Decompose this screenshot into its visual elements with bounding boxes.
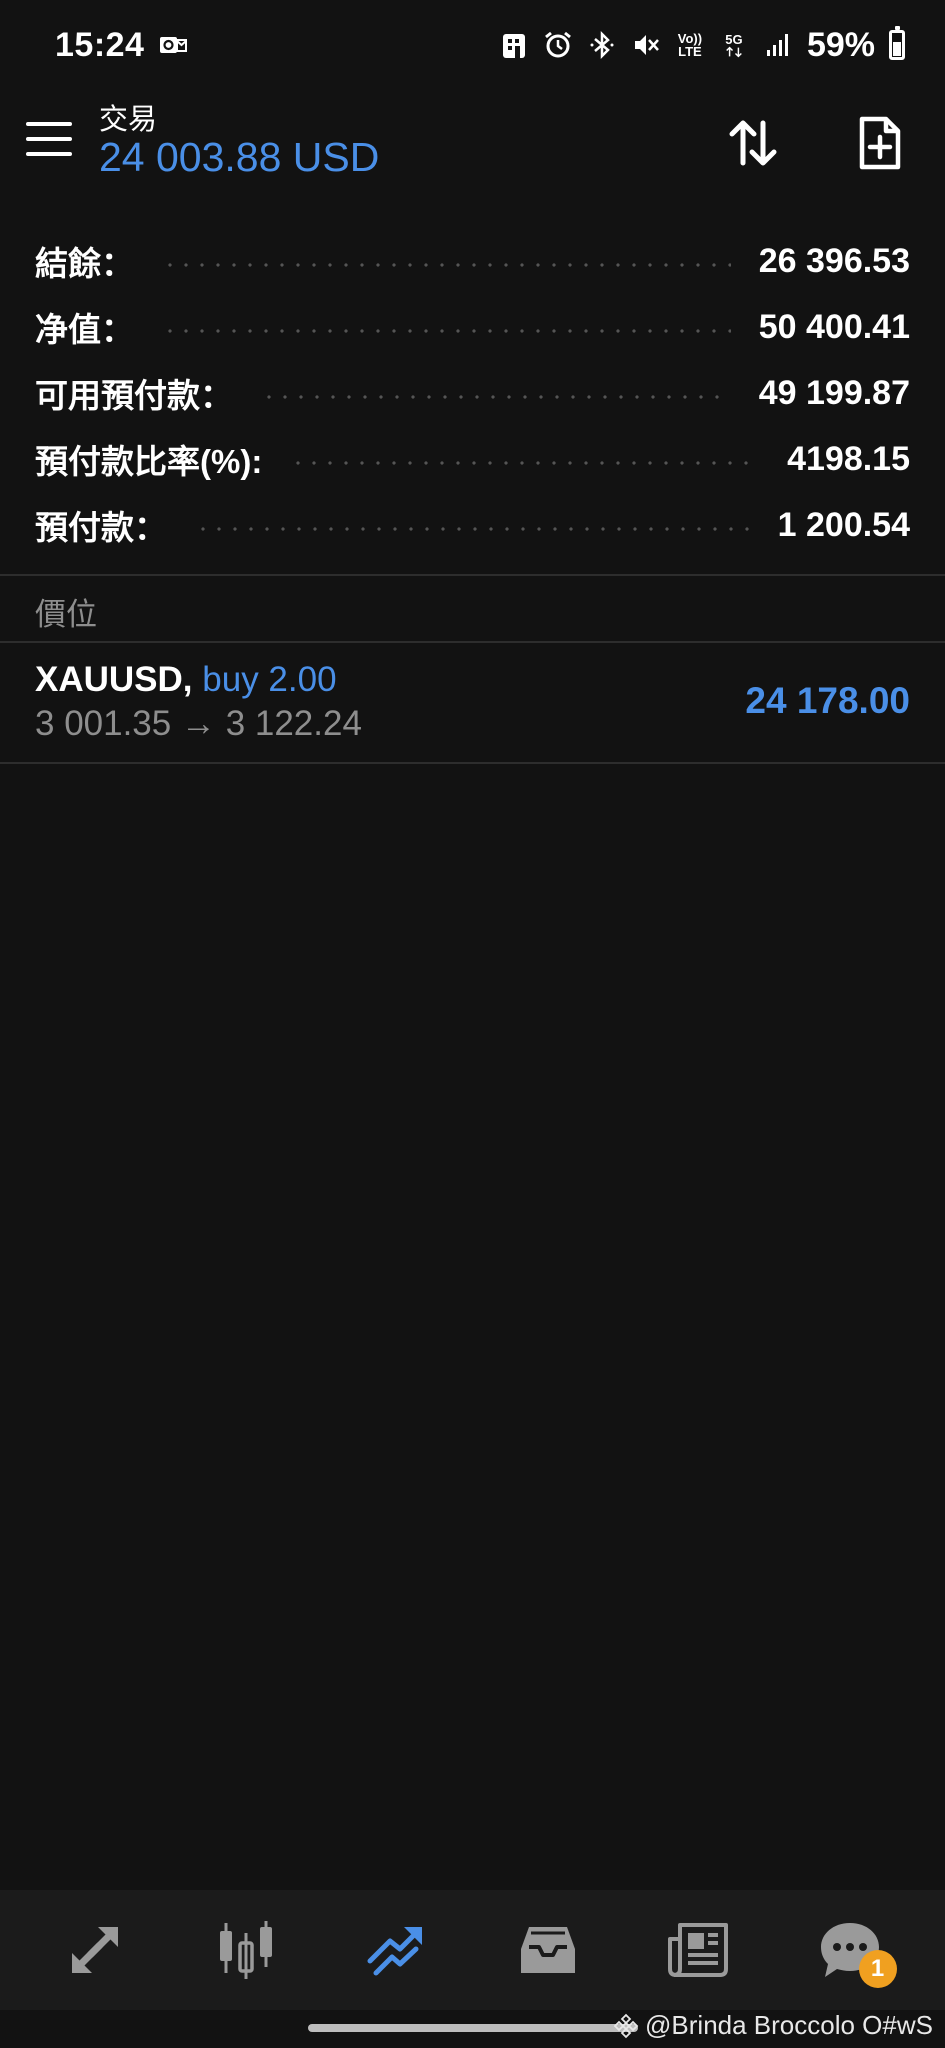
sort-arrows-icon: [729, 120, 777, 166]
status-left: 15:24: [55, 26, 188, 65]
summary-value: 4198.15: [787, 439, 910, 478]
position-profit: 24 178.00: [745, 680, 910, 721]
summary-value: 26 396.53: [758, 241, 910, 280]
position-type: buy 2.00: [202, 660, 337, 699]
battery-level: [893, 41, 901, 56]
position-header: XAUUSD, buy 2.00: [35, 660, 337, 700]
summary-value: 1 200.54: [777, 505, 910, 544]
inbox-icon: [520, 1927, 575, 1973]
5g-icon: 5G: [719, 30, 749, 60]
divider: [0, 641, 945, 643]
nav-news[interactable]: [644, 1900, 754, 2000]
watermark: @Brinda Broccolo O#wS: [613, 2010, 933, 2041]
new-document-icon: [859, 116, 901, 170]
nav-charts[interactable]: [191, 1900, 301, 2000]
parking-icon: [499, 30, 529, 60]
status-bar: 15:24 Vo)) LTE 5G 59%: [0, 0, 945, 90]
battery-icon: [889, 26, 905, 60]
bottom-nav: 1: [0, 1890, 945, 2010]
volte-icon: Vo)) LTE: [675, 30, 705, 60]
newspaper-icon: [667, 1923, 728, 1977]
menu-button[interactable]: [26, 122, 72, 162]
summary-label: 結餘：: [35, 245, 134, 282]
bluetooth-icon: [587, 30, 617, 60]
alarm-icon: [543, 30, 573, 60]
new-order-button[interactable]: [845, 108, 915, 178]
outlook-icon: [158, 30, 188, 60]
header-balance: 24 003.88 USD: [99, 134, 380, 180]
nav-quotes[interactable]: [40, 1900, 150, 2000]
summary-row-free-margin: 可用預付款： 49 199.87: [0, 360, 945, 426]
signal-icon: [763, 30, 793, 60]
watermark-text: @Brinda Broccolo O#wS: [645, 2010, 933, 2040]
mute-icon: [631, 30, 661, 60]
summary-label: 預付款比率(%):: [35, 443, 263, 480]
binance-logo-icon: [613, 2013, 639, 2038]
summary-value: 50 400.41: [758, 307, 910, 346]
summary-row-balance: 結餘： 26 396.53: [0, 228, 945, 294]
notification-badge: 1: [858, 1950, 897, 1988]
divider: [0, 762, 945, 764]
battery-percent: 59%: [806, 25, 875, 64]
nav-trade[interactable]: [342, 1900, 452, 2000]
position-symbol: XAUUSD,: [35, 660, 193, 699]
position-row[interactable]: XAUUSD, buy 2.00 3 001.35 → 3 122.24 24 …: [0, 646, 945, 762]
trend-up-icon: [367, 1927, 423, 1976]
arrows-diagonal-icon: [72, 1927, 119, 1973]
dotted-leader: [195, 527, 750, 531]
network-5g-text: 5G: [725, 31, 743, 47]
nav-history[interactable]: [493, 1900, 603, 2000]
status-right: Vo)) LTE 5G 59%: [499, 26, 905, 65]
candlestick-icon: [220, 1921, 273, 1979]
page-title: 交易: [99, 104, 158, 136]
menu-bar: [26, 137, 72, 141]
dotted-leader: [162, 329, 731, 333]
dotted-leader: [162, 263, 731, 267]
home-indicator[interactable]: [308, 2024, 638, 2032]
app-header: 交易 24 003.88 USD: [0, 90, 945, 200]
summary-label: 净值：: [35, 311, 134, 348]
dotted-leader: [261, 395, 731, 399]
volte-bottom-text: LTE: [678, 44, 702, 59]
summary-row-margin-level: 預付款比率(%): 4198.15: [0, 426, 945, 492]
summary-value: 49 199.87: [758, 373, 910, 412]
positions-section-title: 價位: [35, 597, 97, 632]
sort-button[interactable]: [718, 108, 788, 178]
account-summary: 結餘： 26 396.53 净值： 50 400.41 可用預付款： 49 19…: [0, 228, 945, 558]
dotted-leader: [290, 461, 760, 465]
menu-bar: [26, 152, 72, 156]
menu-bar: [26, 122, 72, 126]
summary-label: 可用預付款：: [35, 377, 233, 414]
summary-row-margin: 預付款： 1 200.54: [0, 492, 945, 558]
status-time: 15:24: [55, 25, 145, 64]
divider: [0, 574, 945, 576]
nav-messages[interactable]: 1: [795, 1900, 905, 2000]
position-prices: 3 001.35 → 3 122.24: [35, 704, 362, 743]
summary-row-equity: 净值： 50 400.41: [0, 294, 945, 360]
summary-label: 預付款：: [35, 509, 167, 546]
